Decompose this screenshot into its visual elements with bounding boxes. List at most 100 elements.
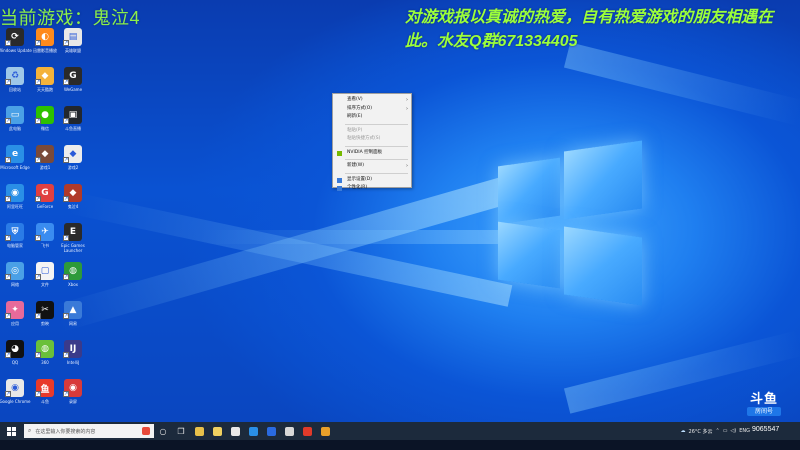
desktop-icon[interactable]: ◐ ↗ 迅雷影音播放 <box>30 26 60 64</box>
shortcut-arrow-icon: ↗ <box>35 313 41 319</box>
shortcut-arrow-icon: ↗ <box>63 118 69 124</box>
context-menu-item[interactable]: 个性化(R) <box>333 184 411 193</box>
taskbar-apps <box>226 422 334 440</box>
weather-icon[interactable]: ☁ <box>681 428 686 434</box>
desktop-icon[interactable]: ▲ ↗ 网易 <box>58 299 88 337</box>
start-button[interactable] <box>0 422 22 440</box>
context-menu-item[interactable]: 排序方式(O) › <box>333 105 411 114</box>
shortcut-arrow-icon: ↗ <box>63 79 69 85</box>
context-menu-item[interactable]: 查看(V) › <box>333 96 411 105</box>
desktop-icon[interactable]: e ↗ Microsoft Edge <box>0 143 30 181</box>
desktop-icon[interactable]: 鱼 ↗ 斗鱼 <box>30 377 60 415</box>
folder-icon[interactable] <box>208 422 226 440</box>
douyu-taskbar-icon[interactable] <box>262 422 280 440</box>
desktop-icon[interactable]: ◍ ↗ 360 <box>30 338 60 376</box>
huawei-taskbar-icon[interactable] <box>298 422 316 440</box>
app-glyph <box>248 426 258 436</box>
windows-logo <box>490 140 650 306</box>
taskbar-search-input[interactable]: ⌕ 在这里输入你要搜索的内容 <box>24 424 154 438</box>
task-view-icon[interactable]: ❐ <box>172 422 190 440</box>
shortcut-arrow-icon: ↗ <box>5 40 11 46</box>
desktop-icon[interactable]: ✂ ↗ 剪映 <box>30 299 60 337</box>
shortcut-arrow-icon: ↗ <box>63 313 69 319</box>
shortcut-arrow-icon: ↗ <box>35 157 41 163</box>
desktop-context-menu: 查看(V) › 排序方式(O) › 刷新(E) 粘贴(P) 粘贴快捷方式(S) NVIDIA … <box>332 93 412 191</box>
douyu-watermark: 斗鱼 房间号 <box>742 392 786 422</box>
menu-separator <box>345 172 408 174</box>
desktop-icon[interactable]: G ↗ GeForce <box>30 182 60 220</box>
desktop-icon[interactable]: ♻ ↗ 回收站 <box>0 65 30 103</box>
tray-up-icon[interactable]: ⌃ <box>715 428 719 434</box>
context-menu-label: 刷新(E) <box>347 114 363 119</box>
chevron-right-icon: › <box>406 97 408 103</box>
shortcut-arrow-icon: ↗ <box>35 235 41 241</box>
desktop-icon[interactable]: ▤ ↗ 英雄联盟 <box>58 26 88 64</box>
file-explorer-icon[interactable] <box>190 422 208 440</box>
shortcut-arrow-icon: ↗ <box>63 391 69 397</box>
menu-separator <box>345 145 408 147</box>
app-taskbar-icon[interactable] <box>280 422 298 440</box>
desktop-icon[interactable]: ▣ ↗ 斗鱼直播 <box>58 104 88 142</box>
douyu-room-number: 9065547 <box>752 426 780 433</box>
desktop-icon[interactable]: ✈ ↗ 飞书 <box>30 221 60 259</box>
context-menu-item[interactable]: 刷新(E) <box>333 113 411 122</box>
weather-text[interactable]: 26°C 多云 <box>689 428 713 435</box>
logo-pane <box>564 140 642 220</box>
desktop-icon[interactable]: ◍ ↗ Xbox <box>58 260 88 298</box>
desktop-icon[interactable]: ◆ ↗ 鬼泣4 <box>58 182 88 220</box>
shortcut-arrow-icon: ↗ <box>5 118 11 124</box>
desktop-icon[interactable]: ⛨ ↗ 电脑管家 <box>0 221 30 259</box>
windows-start-icon <box>6 426 16 436</box>
context-menu-item[interactable]: 显示设置(D) <box>333 176 411 185</box>
shortcut-arrow-icon: ↗ <box>63 235 69 241</box>
shortcut-arrow-icon: ↗ <box>35 352 41 358</box>
desktop-icon[interactable]: ◆ ↗ 游戏1 <box>30 143 60 181</box>
context-menu-item[interactable]: NVIDIA 控制面板 <box>333 149 411 158</box>
shortcut-arrow-icon: ↗ <box>63 196 69 202</box>
desktop-icon[interactable]: ✦ ↗ 应用 <box>0 299 30 337</box>
desktop-icon[interactable]: ◉ ↗ 录屏 <box>58 377 88 415</box>
context-menu-item: 粘贴(P) <box>333 127 411 136</box>
nvidia-icon <box>337 150 342 156</box>
menu-separator <box>345 123 408 125</box>
context-menu-label: 粘贴快捷方式(S) <box>347 136 381 141</box>
desktop-icon[interactable]: G ↗ WeGame <box>58 65 88 103</box>
desktop-icon-label: IntelliJ <box>66 360 80 365</box>
volume-icon[interactable]: ◁) <box>730 428 736 434</box>
desktop-icon[interactable]: E ↗ Epic Games Launcher <box>58 221 88 259</box>
language-indicator[interactable]: ENG <box>739 428 750 434</box>
desktop-icon[interactable]: ◕ ↗ QQ <box>0 338 30 376</box>
desktop-icon[interactable]: ▢ ↗ 文件 <box>30 260 60 298</box>
desktop-icon[interactable]: ⟳ ↗ Windows Update <box>0 26 32 64</box>
app-glyph <box>230 426 240 436</box>
context-menu-label: 显示设置(D) <box>347 176 372 182</box>
douyu-room-label: 房间号 <box>747 407 781 416</box>
search-placeholder: 在这里输入你要搜索的内容 <box>35 428 96 435</box>
desktop-icon[interactable]: ▭ ↗ 此电脑 <box>0 104 30 142</box>
desktop-icon[interactable]: ◉ ↗ Google Chrome <box>0 377 31 415</box>
cortana-icon[interactable]: ○ <box>154 422 172 440</box>
menu-separator <box>345 159 408 160</box>
edge-taskbar-icon[interactable] <box>244 422 262 440</box>
shortcut-arrow-icon: ↗ <box>5 196 11 202</box>
game-taskbar-icon[interactable] <box>316 422 334 440</box>
shortcut-arrow-icon: ↗ <box>35 79 41 85</box>
desktop-icon[interactable]: ◉ ↗ 阿里旺旺 <box>0 182 30 220</box>
desktop-icon[interactable]: ◆ ↗ 游戏2 <box>58 143 88 181</box>
desktop[interactable]: ⟳ ↗ Windows Update ◐ ↗ 迅雷影音播放 ▤ ↗ 英雄联盟 ♻ ↗ 回收站 ◆ ↗ 天天酷… <box>0 0 800 422</box>
shortcut-arrow-icon: ↗ <box>63 352 69 358</box>
network-tray-icon[interactable]: ▭ <box>723 428 728 434</box>
chevron-right-icon: › <box>406 105 408 112</box>
desktop-icon[interactable]: ◆ ↗ 天天酷跑 <box>30 65 60 103</box>
desktop-icon[interactable]: IJ ↗ IntelliJ <box>58 338 88 376</box>
desktop-icon-label: 录屏 <box>69 399 77 404</box>
desktop-icon[interactable]: ● ↗ 微信 <box>30 104 60 142</box>
desktop-icon[interactable]: ◎ ↗ 网络 <box>0 260 30 298</box>
shortcut-arrow-icon: ↗ <box>35 40 41 46</box>
shortcut-arrow-icon: ↗ <box>5 274 11 280</box>
context-menu-item[interactable]: 新建(W) › <box>333 162 411 171</box>
desktop-icon-label: 英雄联盟 <box>65 48 81 53</box>
context-menu-label: 新建(W) <box>347 163 364 168</box>
current-game-overlay: 当前游戏：鬼泣4 <box>0 8 141 28</box>
chrome-taskbar-icon[interactable] <box>226 422 244 440</box>
